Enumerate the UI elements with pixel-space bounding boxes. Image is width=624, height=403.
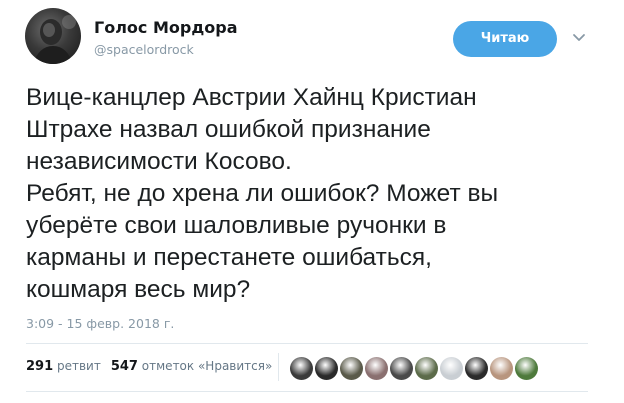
liker-avatar[interactable]: [390, 357, 413, 380]
liker-avatar[interactable]: [340, 357, 363, 380]
follow-button[interactable]: Читаю: [453, 21, 557, 57]
avatar[interactable]: [25, 8, 81, 64]
divider: [26, 343, 588, 344]
likes-count: 547: [110, 359, 138, 374]
engagement-stats: 291 ретвит 547 отметок «Нравится»: [26, 359, 272, 374]
user-handle[interactable]: @spacelordrock: [94, 42, 194, 57]
liker-avatar[interactable]: [440, 357, 463, 380]
tweet-text-line: уберёте свои шаловливые ручонки в: [26, 212, 447, 239]
likes-label: отметок «Нравится»: [141, 359, 273, 373]
tweet-card: Голос Мордора @spacelordrock Читаю Вице-…: [0, 0, 624, 403]
tweet-text-line: независимости Косово.: [26, 148, 292, 175]
tweet-text-line: Вице-канцлер Австрии Хайнц Кристиан: [26, 84, 477, 111]
liker-avatar[interactable]: [315, 357, 338, 380]
liker-avatar[interactable]: [465, 357, 488, 380]
liker-avatar[interactable]: [290, 357, 313, 380]
stats-separator: [278, 353, 279, 381]
liker-avatar[interactable]: [515, 357, 538, 380]
tweet-text-line: Штрахе назвал ошибкой признание: [26, 116, 431, 143]
chevron-down-icon[interactable]: [571, 31, 587, 45]
divider: [26, 391, 588, 392]
retweet-label: ретвит: [56, 359, 101, 373]
tweet-text-line: карманы и перестанете ошибаться,: [26, 244, 432, 271]
retweet-count: 291: [26, 359, 54, 374]
liker-avatar[interactable]: [415, 357, 438, 380]
timestamp[interactable]: 3:09 - 15 февр. 2018 г.: [26, 316, 174, 331]
likes-stat[interactable]: 547 отметок «Нравится»: [110, 359, 273, 374]
liker-avatar[interactable]: [490, 357, 513, 380]
tweet-text: Вице-канцлер Австрии Хайнц Кристиан Штра…: [26, 82, 606, 306]
liker-avatar[interactable]: [365, 357, 388, 380]
retweet-stat[interactable]: 291 ретвит: [26, 359, 101, 374]
tweet-text-line: кошмаря весь мир?: [26, 276, 251, 303]
display-name[interactable]: Голос Мордора: [94, 18, 237, 37]
tweet-text-line: Ребят, не до хрена ли ошибок? Может вы: [26, 180, 499, 207]
